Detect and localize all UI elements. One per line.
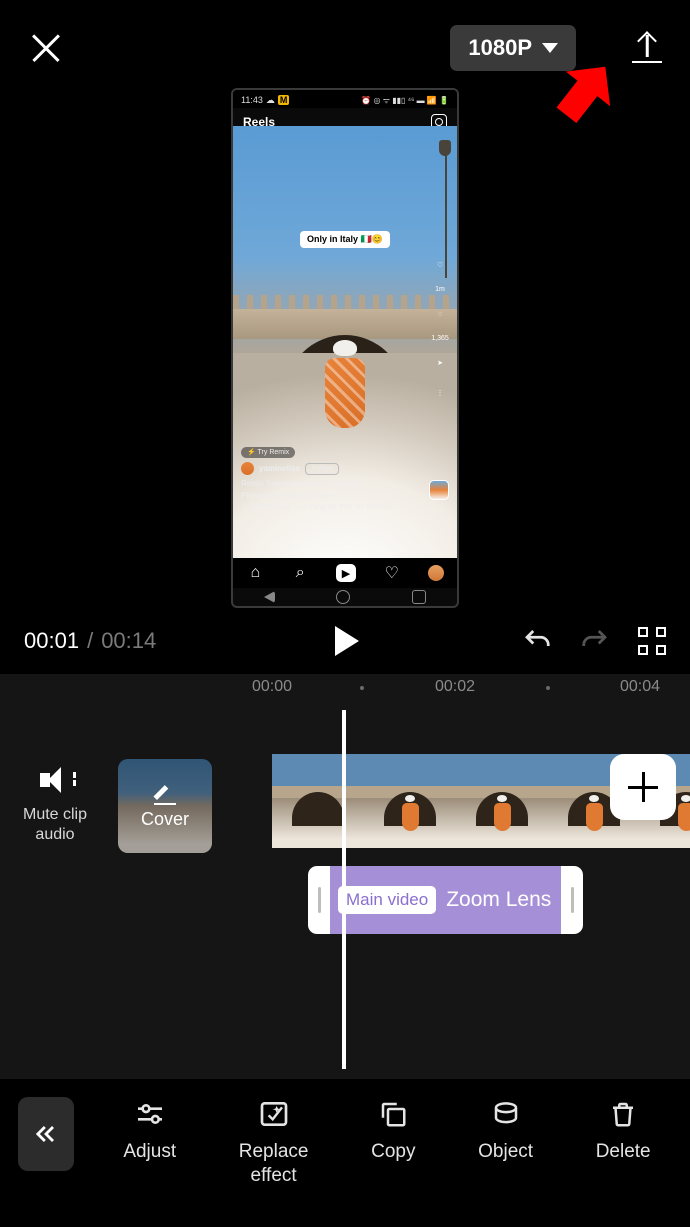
effect-tag: Main video [338, 886, 436, 914]
export-button[interactable] [632, 33, 662, 63]
tick-label: 00:02 [435, 678, 475, 696]
trash-icon [606, 1097, 640, 1131]
caption-line: Pheww that was too close ... [241, 490, 449, 501]
resolution-label: 1080P [468, 35, 532, 61]
time-ruler: 00:00 00:02 00:04 [0, 674, 690, 702]
reel-overlay: ⚡ Try Remix yaminelisa Follow Remix Toge… [241, 446, 449, 512]
home-icon: ⌂ [246, 564, 264, 582]
playhead[interactable] [342, 710, 346, 1069]
clip-frame[interactable] [456, 754, 548, 848]
tool-label-1: Replace [239, 1141, 309, 1163]
annotation-arrow [540, 58, 614, 132]
tool-label: Delete [596, 1141, 651, 1163]
like-count: 1m [435, 286, 445, 293]
replace-effect-icon [257, 1097, 291, 1131]
play-button[interactable] [331, 626, 359, 656]
tick-dot [546, 686, 550, 690]
back-button[interactable] [18, 1097, 74, 1171]
tick-dot [360, 686, 364, 690]
preview-area: 11:43☁M ⏰ ◎ ᯤ ▮▮▯ ⁴⁶ ▬ 📶 🔋 Reels Only in… [0, 88, 690, 608]
sliders-icon [133, 1097, 167, 1131]
speaker-icon [40, 767, 70, 793]
mute-clip-button[interactable]: Mute clip audio [0, 767, 110, 845]
more-icon: ⋮ [431, 384, 449, 402]
reels-icon: ▶ [336, 564, 356, 582]
effect-track: Main video Zoom Lens [308, 866, 583, 934]
tick-label: 00:04 [620, 678, 660, 696]
chevron-down-icon [542, 43, 558, 53]
heart-icon: ♡ [383, 564, 401, 582]
pencil-icon [154, 783, 176, 805]
object-tool[interactable]: Object [478, 1097, 533, 1187]
bottom-toolbar: Adjust Replace effect Copy Object Dele [0, 1085, 690, 1227]
phone-bottom-nav: ⌂ ⌕ ▶ ♡ [233, 558, 457, 588]
comment-icon: ◌ [431, 305, 449, 323]
add-clip-button[interactable] [610, 754, 676, 820]
effect-name: Zoom Lens [446, 888, 551, 912]
share-icon: ➤ [431, 354, 449, 372]
effect-handle-right[interactable] [561, 866, 583, 934]
adjust-tool[interactable]: Adjust [123, 1097, 176, 1187]
like-icon: ♡ [431, 256, 449, 274]
tick-label: 00:00 [252, 678, 292, 696]
copy-tool[interactable]: Copy [371, 1097, 415, 1187]
effect-clip[interactable]: Main video Zoom Lens [330, 866, 561, 934]
reel-side-actions: ♡ 1m ◌ 1,365 ➤ ⋮ [431, 256, 449, 402]
tool-label: Adjust [123, 1141, 176, 1163]
playback-bar: 00:01 / 00:14 [0, 608, 690, 674]
status-time: 11:43 [241, 95, 263, 105]
delete-tool[interactable]: Delete [596, 1097, 651, 1187]
clip-frame[interactable] [364, 754, 456, 848]
timeline[interactable]: 00:00 00:02 00:04 Mute clip audio Cover [0, 674, 690, 1079]
mute-label-2: audio [35, 826, 74, 843]
video-scene: Only in Italy 🇮🇹😊 ♡ 1m ◌ 1,365 ➤ ⋮ ⚡ Try… [233, 126, 457, 562]
tool-label: Copy [371, 1141, 415, 1163]
username: yaminelisa [259, 463, 300, 474]
caption-pill: Only in Italy 🇮🇹😊 [300, 231, 390, 248]
chevron-double-left-icon [32, 1120, 60, 1148]
audio-line: ♪ sickickmusic • running up that hill si… [241, 501, 449, 512]
profile-icon [428, 565, 444, 581]
cover-label: Cover [141, 809, 189, 830]
comment-count: 1,365 [431, 335, 449, 342]
search-icon: ⌕ [291, 564, 309, 582]
current-time: 00:01 [24, 628, 79, 654]
avatar-icon [241, 462, 254, 475]
tool-label-2: effect [251, 1165, 297, 1187]
tool-label: Object [478, 1141, 533, 1163]
mute-label-1: Mute clip [23, 806, 87, 823]
replace-effect-tool[interactable]: Replace effect [239, 1097, 309, 1187]
duration-time: 00:14 [101, 628, 156, 654]
phone-status-bar: 11:43☁M ⏰ ◎ ᯤ ▮▮▯ ⁴⁶ ▬ 📶 🔋 [233, 90, 457, 108]
video-preview[interactable]: 11:43☁M ⏰ ◎ ᯤ ▮▮▯ ⁴⁶ ▬ 📶 🔋 Reels Only in… [231, 88, 459, 608]
fullscreen-button[interactable] [638, 627, 666, 655]
effect-handle-left[interactable] [308, 866, 330, 934]
try-remix-pill: ⚡ Try Remix [241, 447, 295, 459]
follow-button: Follow [305, 463, 339, 475]
copy-icon [376, 1097, 410, 1131]
phone-system-nav [233, 588, 457, 606]
undo-button[interactable] [522, 626, 552, 656]
object-icon [489, 1097, 523, 1131]
redo-button[interactable] [580, 626, 610, 656]
time-separator: / [87, 628, 93, 654]
remix-credit: Remix Together with sicilyroadtrip [241, 478, 449, 489]
close-icon[interactable] [28, 30, 64, 66]
clip-frame[interactable] [272, 754, 364, 848]
play-icon [335, 626, 359, 656]
cover-button[interactable]: Cover [118, 759, 212, 853]
